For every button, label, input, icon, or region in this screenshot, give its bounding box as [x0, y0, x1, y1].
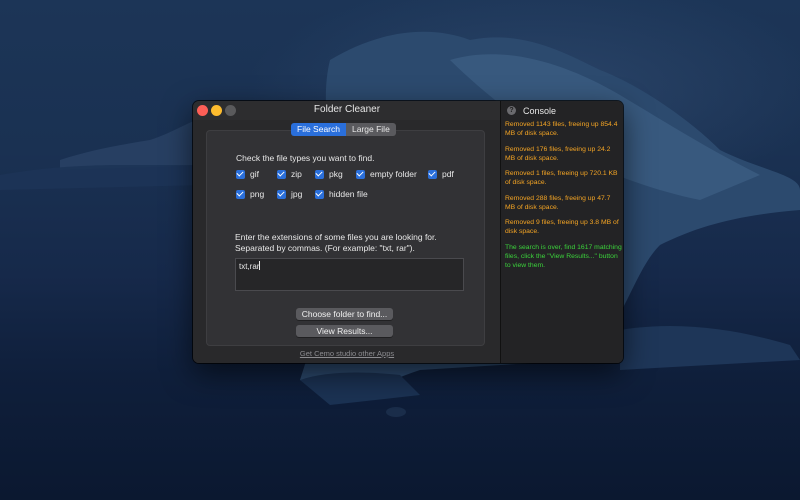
extensions-input-value: txt,rar — [239, 262, 260, 271]
checkbox-label: hidden file — [329, 189, 368, 199]
tab-file-search[interactable]: File Search — [291, 123, 346, 136]
checkbox-checked-icon — [236, 169, 245, 179]
checkbox-label: pdf — [442, 169, 454, 179]
tab-bar: File Search Large File — [291, 123, 396, 136]
checkbox-checked-icon — [315, 189, 324, 199]
console-message: Removed 1 files, freeing up 720.1 KB of … — [505, 170, 618, 186]
zoom-window-button[interactable] — [225, 105, 236, 116]
console-pane: ? Console Removed 1143 files, freeing up… — [500, 101, 623, 363]
checkbox-hidden-file[interactable]: hidden file — [315, 189, 368, 199]
window-title: Folder Cleaner — [313, 104, 381, 115]
text-caret — [259, 261, 261, 270]
console-message: Removed 9 files, freeing up 3.8 MB of di… — [505, 219, 619, 235]
console-message: Removed 1143 files, freeing up 854.4 MB … — [505, 121, 618, 137]
help-icon[interactable]: ? — [507, 106, 516, 115]
checkbox-label: empty folder — [370, 169, 417, 179]
checkbox-label: pkg — [329, 169, 343, 179]
checkbox-checked-icon — [277, 169, 286, 179]
tab-large-file[interactable]: Large File — [346, 123, 396, 136]
close-window-button[interactable] — [197, 105, 208, 116]
other-apps-link[interactable]: Get Cemo studio other Apps — [297, 349, 397, 358]
checkbox-gif[interactable]: gif — [236, 169, 259, 179]
file-types-heading: Check the file types you want to find. — [236, 153, 375, 163]
checkbox-checked-icon — [356, 169, 365, 179]
checkbox-zip[interactable]: zip — [277, 169, 302, 179]
checkbox-label: jpg — [291, 189, 303, 199]
extensions-instruction-line1: Enter the extensions of some files you a… — [235, 232, 437, 242]
folder-cleaner-window: Folder Cleaner File Search Large File Ch… — [193, 101, 623, 363]
checkbox-pkg[interactable]: pkg — [315, 169, 343, 179]
checkbox-checked-icon — [277, 189, 286, 199]
console-message: Removed 288 files, freeing up 47.7 MB of… — [505, 195, 611, 211]
checkbox-empty-folder[interactable]: empty folder — [356, 169, 417, 179]
checkbox-checked-icon — [315, 169, 324, 179]
checkbox-checked-icon — [428, 169, 437, 179]
view-results-button[interactable]: View Results... — [296, 325, 393, 337]
checkbox-jpg[interactable]: jpg — [277, 189, 302, 199]
checkbox-png[interactable]: png — [236, 189, 264, 199]
checkbox-checked-icon — [236, 189, 245, 199]
minimize-window-button[interactable] — [211, 105, 222, 116]
choose-folder-button[interactable]: Choose folder to find... — [296, 308, 393, 320]
console-title: Console — [523, 106, 557, 116]
checkbox-label: gif — [250, 169, 259, 179]
extensions-input[interactable]: txt,rar — [235, 258, 464, 291]
checkbox-pdf[interactable]: pdf — [428, 169, 454, 179]
checkbox-label: zip — [291, 169, 302, 179]
checkbox-label: png — [250, 189, 265, 199]
extensions-instruction-line2: Separated by commas. (For example: "txt,… — [235, 243, 415, 253]
main-pane: File Search Large File Check the file ty… — [193, 120, 500, 363]
console-message: Removed 176 files, freeing up 24.2 MB of… — [505, 146, 611, 162]
console-message-success: The search is over, find 1617 matching f… — [505, 244, 622, 269]
